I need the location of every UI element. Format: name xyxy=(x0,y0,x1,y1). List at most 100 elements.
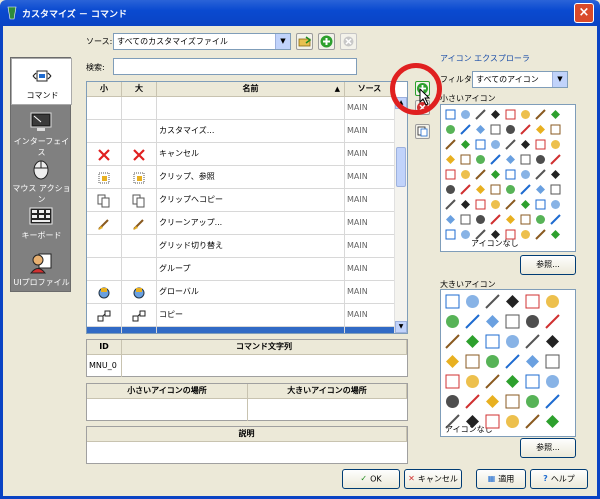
sidebar-item-commands[interactable]: コマンド xyxy=(11,58,72,105)
scroll-thumb[interactable] xyxy=(396,147,406,187)
large-icon-4[interactable] xyxy=(525,294,540,309)
large-icon-20[interactable] xyxy=(485,354,500,369)
table-row[interactable]: MAIN xyxy=(87,97,395,120)
cancel-button[interactable]: ✕ キャンセル xyxy=(404,469,462,489)
small-icon-50[interactable] xyxy=(475,199,486,210)
small-icon-2[interactable] xyxy=(475,109,486,120)
small-icon-40[interactable] xyxy=(445,184,456,195)
table-row[interactable]: グループ MAIN xyxy=(87,258,395,281)
large-icon-25[interactable] xyxy=(465,374,480,389)
large-icon-18[interactable] xyxy=(445,354,460,369)
small-icon-33[interactable] xyxy=(460,169,471,180)
small-icon-24[interactable] xyxy=(445,154,456,165)
large-icon-0[interactable] xyxy=(445,294,460,309)
large-icon-34[interactable] xyxy=(525,394,540,409)
small-icon-55[interactable] xyxy=(550,199,561,210)
large-icon-6[interactable] xyxy=(445,314,460,329)
large-icon-32[interactable] xyxy=(485,394,500,409)
large-icon-31[interactable] xyxy=(465,394,480,409)
small-icon-68[interactable] xyxy=(505,229,516,240)
large-icon-30[interactable] xyxy=(445,394,460,409)
small-icon-5[interactable] xyxy=(520,109,531,120)
small-icon-45[interactable] xyxy=(520,184,531,195)
large-icon-23[interactable] xyxy=(545,354,560,369)
large-icon-19[interactable] xyxy=(465,354,480,369)
small-icon-61[interactable] xyxy=(520,214,531,225)
small-icon-56[interactable] xyxy=(445,214,456,225)
add-file-button[interactable] xyxy=(318,33,335,50)
small-icon-65[interactable] xyxy=(460,229,471,240)
large-icon-16[interactable] xyxy=(525,334,540,349)
small-icon-4[interactable] xyxy=(505,109,516,120)
small-icon-17[interactable] xyxy=(460,139,471,150)
table-row[interactable]: キャンセル MAIN xyxy=(87,143,395,166)
small-icon-16[interactable] xyxy=(445,139,456,150)
apply-button[interactable]: ▦ 適用 xyxy=(476,469,526,489)
table-row[interactable]: グローバル MAIN xyxy=(87,281,395,304)
large-icon-8[interactable] xyxy=(485,314,500,329)
small-icon-57[interactable] xyxy=(460,214,471,225)
filter-select[interactable]: すべてのアイコン ▼ xyxy=(472,71,568,88)
small-icon-22[interactable] xyxy=(535,139,546,150)
small-icon-51[interactable] xyxy=(490,199,501,210)
command-list[interactable]: 小 大 名前 ▲ ソース MAIN カスタマイズ... MAIN キャンセル MAIN クリ… xyxy=(86,81,408,334)
table-row[interactable]: コピー MAIN xyxy=(87,304,395,327)
table-row[interactable]: グリッド切り替え MAIN xyxy=(87,235,395,258)
small-icon-25[interactable] xyxy=(460,154,471,165)
large-icon-13[interactable] xyxy=(465,334,480,349)
large-icon-36[interactable] xyxy=(445,414,460,429)
small-icon-23[interactable] xyxy=(550,139,561,150)
small-icon-32[interactable] xyxy=(445,169,456,180)
command-id-value[interactable]: MNU_0 xyxy=(87,355,122,377)
large-icon-37[interactable] xyxy=(465,414,480,429)
large-icon-28[interactable] xyxy=(525,374,540,389)
search-input[interactable] xyxy=(113,58,357,75)
sidebar-item-interface[interactable]: インターフェイス xyxy=(11,105,72,157)
browse-small-button[interactable]: 参照... xyxy=(520,255,576,275)
small-icon-34[interactable] xyxy=(475,169,486,180)
small-icon-1[interactable] xyxy=(460,109,471,120)
small-icon-62[interactable] xyxy=(535,214,546,225)
close-button[interactable]: × xyxy=(574,3,594,23)
large-icon-21[interactable] xyxy=(505,354,520,369)
small-icon-39[interactable] xyxy=(550,169,561,180)
large-icon-11[interactable] xyxy=(545,314,560,329)
small-icon-31[interactable] xyxy=(550,154,561,165)
small-icon-37[interactable] xyxy=(520,169,531,180)
column-header-small[interactable]: 小 xyxy=(87,82,122,97)
large-icon-22[interactable] xyxy=(525,354,540,369)
small-icon-43[interactable] xyxy=(490,184,501,195)
small-icon-41[interactable] xyxy=(460,184,471,195)
column-header-name[interactable]: 名前 ▲ xyxy=(157,82,345,97)
scroll-down-icon[interactable]: ▼ xyxy=(395,321,407,333)
small-icon-13[interactable] xyxy=(520,124,531,135)
small-icon-6[interactable] xyxy=(535,109,546,120)
small-icon-48[interactable] xyxy=(445,199,456,210)
table-row[interactable]: コマンドMAIN xyxy=(87,327,395,333)
large-icon-35[interactable] xyxy=(545,394,560,409)
large-icon-40[interactable] xyxy=(525,414,540,429)
table-row[interactable]: クリーンアップ... MAIN xyxy=(87,212,395,235)
small-icon-66[interactable] xyxy=(475,229,486,240)
browse-large-button[interactable]: 参照... xyxy=(520,438,576,458)
sidebar-item-mouse-actions[interactable]: マウス アクション xyxy=(11,152,72,204)
sidebar-item-keyboard[interactable]: キーボード xyxy=(11,199,72,246)
table-row[interactable]: カスタマイズ... MAIN xyxy=(87,120,395,143)
large-icon-grid[interactable]: アイコンなし xyxy=(440,289,576,437)
small-icon-47[interactable] xyxy=(550,184,561,195)
source-select[interactable]: すべてのカスタマイズファイル ▼ xyxy=(113,33,291,50)
vertical-scrollbar[interactable]: ▲ ▼ xyxy=(394,97,407,333)
small-icon-28[interactable] xyxy=(505,154,516,165)
remove-file-button[interactable] xyxy=(340,33,357,50)
ok-button[interactable]: ✓ OK xyxy=(342,469,400,489)
help-button[interactable]: ? ヘルプ xyxy=(530,469,588,489)
small-icon-42[interactable] xyxy=(475,184,486,195)
small-icon-54[interactable] xyxy=(535,199,546,210)
small-icon-18[interactable] xyxy=(475,139,486,150)
small-icon-8[interactable] xyxy=(445,124,456,135)
small-icon-70[interactable] xyxy=(535,229,546,240)
small-icon-29[interactable] xyxy=(520,154,531,165)
large-icon-33[interactable] xyxy=(505,394,520,409)
small-icon-60[interactable] xyxy=(505,214,516,225)
small-icon-19[interactable] xyxy=(490,139,501,150)
